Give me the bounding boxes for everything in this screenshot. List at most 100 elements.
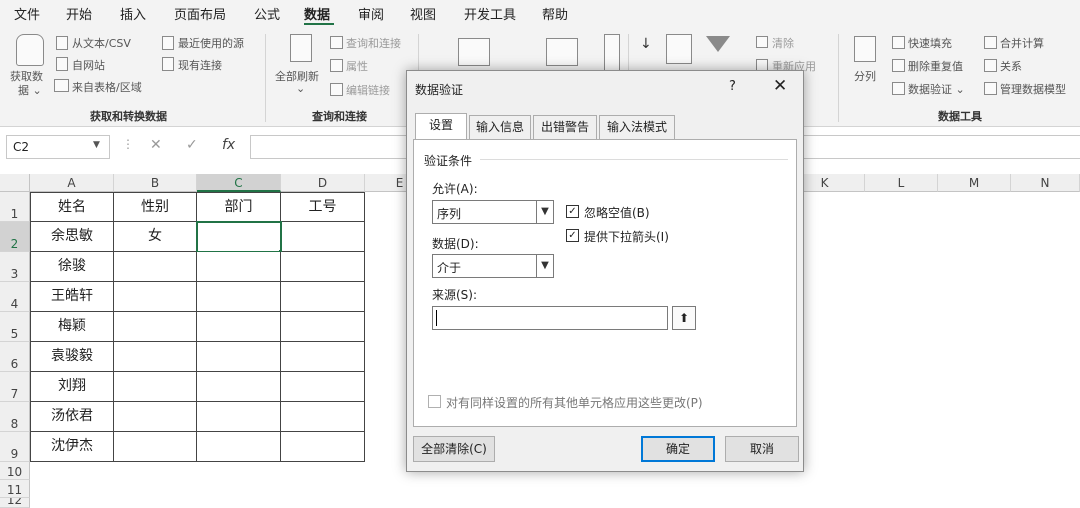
menu-developer[interactable]: 开发工具 xyxy=(464,4,516,23)
clear-filter[interactable]: 清除 xyxy=(772,35,794,51)
row-header-3[interactable]: 3 xyxy=(0,252,30,282)
table-cell[interactable] xyxy=(197,282,281,312)
chevron-down-icon[interactable]: ▼ xyxy=(93,140,100,150)
table-cell[interactable]: 汤依君 xyxy=(30,402,114,432)
row-header-12[interactable]: 12 xyxy=(0,498,30,508)
queries-connections[interactable]: 查询和连接 xyxy=(346,35,401,51)
refresh-all-dropdown[interactable]: ⌄ xyxy=(296,82,305,95)
get-data-dropdown[interactable]: 据 ⌄ xyxy=(18,82,42,98)
header-cell-gender[interactable]: 性别 xyxy=(114,192,197,222)
tab-error-alert[interactable]: 出错警告 xyxy=(533,115,597,139)
menu-view[interactable]: 视图 xyxy=(410,4,436,23)
row-header-9[interactable]: 9 xyxy=(0,432,30,462)
select-all-corner[interactable] xyxy=(0,174,30,192)
column-header-l[interactable]: L xyxy=(865,174,938,192)
table-cell[interactable] xyxy=(282,222,365,252)
table-cell[interactable]: 女 xyxy=(114,222,197,252)
consolidate[interactable]: 合并计算 xyxy=(1000,35,1044,51)
chevron-down-icon[interactable]: ▼ xyxy=(536,255,553,277)
table-cell[interactable] xyxy=(281,402,365,432)
properties[interactable]: 属性 xyxy=(346,58,368,74)
row-header-11[interactable]: 11 xyxy=(0,480,30,498)
recent-sources[interactable]: 最近使用的源 xyxy=(178,35,244,51)
edit-links[interactable]: 编辑链接 xyxy=(346,82,390,98)
data-validation-button[interactable]: 数据验证 ⌄ xyxy=(908,81,965,97)
table-cell[interactable]: 袁骏毅 xyxy=(30,342,114,372)
tab-settings[interactable]: 设置 xyxy=(415,113,467,140)
text-to-columns-button[interactable]: 分列 xyxy=(854,68,876,84)
from-table-range[interactable]: 来自表格/区域 xyxy=(72,79,142,95)
header-cell-department[interactable]: 部门 xyxy=(197,192,281,222)
column-header-a[interactable]: A xyxy=(30,174,114,192)
from-web[interactable]: 自网站 xyxy=(72,57,105,73)
table-cell[interactable] xyxy=(281,372,365,402)
table-cell[interactable] xyxy=(114,402,197,432)
menu-insert[interactable]: 插入 xyxy=(120,4,146,23)
remove-duplicates[interactable]: 删除重复值 xyxy=(908,58,963,74)
table-cell[interactable] xyxy=(114,372,197,402)
row-header-8[interactable]: 8 xyxy=(0,402,30,432)
row-header-10[interactable]: 10 xyxy=(0,462,30,480)
menu-page-layout[interactable]: 页面布局 xyxy=(174,4,226,23)
enter-icon[interactable]: ✓ xyxy=(186,137,198,153)
table-cell[interactable] xyxy=(114,312,197,342)
table-cell[interactable]: 王皓轩 xyxy=(30,282,114,312)
column-header-b[interactable]: B xyxy=(114,174,197,192)
flash-fill[interactable]: 快速填充 xyxy=(908,35,952,51)
table-cell[interactable] xyxy=(114,342,197,372)
menu-home[interactable]: 开始 xyxy=(66,4,92,23)
cancel-icon[interactable]: ✕ xyxy=(150,137,162,153)
relationships[interactable]: 关系 xyxy=(1000,58,1022,74)
table-cell[interactable]: 沈伊杰 xyxy=(30,432,114,462)
table-cell[interactable] xyxy=(114,252,197,282)
table-cell[interactable] xyxy=(197,372,281,402)
menu-review[interactable]: 审阅 xyxy=(358,4,384,23)
stocks-icon[interactable] xyxy=(458,38,490,66)
sort-ascending-icon[interactable]: ↓ xyxy=(640,36,652,52)
sort-icon[interactable] xyxy=(666,34,692,64)
help-icon[interactable]: ? xyxy=(729,79,736,94)
data-operator-select[interactable]: 介于 ▼ xyxy=(432,254,554,278)
header-cell-name[interactable]: 姓名 xyxy=(30,192,114,222)
menu-formulas[interactable]: 公式 xyxy=(254,4,280,23)
table-cell[interactable] xyxy=(197,342,281,372)
table-cell[interactable]: 徐骏 xyxy=(30,252,114,282)
active-cell[interactable] xyxy=(196,221,282,253)
collapse-dialog-icon[interactable]: ⬆ xyxy=(672,306,696,330)
allow-select[interactable]: 序列 ▼ xyxy=(432,200,554,224)
table-cell[interactable] xyxy=(281,252,365,282)
table-cell[interactable] xyxy=(197,432,281,462)
table-cell[interactable] xyxy=(281,342,365,372)
row-header-4[interactable]: 4 xyxy=(0,282,30,312)
menu-data[interactable]: 数据 xyxy=(304,4,330,23)
table-cell[interactable] xyxy=(114,432,197,462)
column-header-m[interactable]: M xyxy=(938,174,1011,192)
column-header-c[interactable]: C xyxy=(197,174,281,192)
source-input[interactable] xyxy=(432,306,668,330)
table-cell[interactable] xyxy=(197,312,281,342)
from-text-csv[interactable]: 从文本/CSV xyxy=(72,35,131,51)
row-header-7[interactable]: 7 xyxy=(0,372,30,402)
menu-file[interactable]: 文件 xyxy=(14,4,40,23)
name-box[interactable]: C2 ▼ xyxy=(6,135,110,159)
currencies-icon[interactable] xyxy=(546,38,578,66)
ok-button[interactable]: 确定 xyxy=(641,436,715,462)
cancel-button[interactable]: 取消 xyxy=(725,436,799,462)
filter-icon[interactable] xyxy=(706,36,730,52)
tab-ime-mode[interactable]: 输入法模式 xyxy=(599,115,675,139)
column-header-n[interactable]: N xyxy=(1011,174,1080,192)
column-header-d[interactable]: D xyxy=(281,174,365,192)
tab-input-message[interactable]: 输入信息 xyxy=(469,115,531,139)
clear-all-button[interactable]: 全部清除(C) xyxy=(413,436,495,462)
row-header-5[interactable]: 5 xyxy=(0,312,30,342)
table-cell[interactable] xyxy=(281,282,365,312)
row-header-1[interactable]: 1 xyxy=(0,192,30,222)
manage-data-model[interactable]: 管理数据模型 xyxy=(1000,81,1066,97)
table-cell[interactable]: 梅颖 xyxy=(30,312,114,342)
header-cell-employee-id[interactable]: 工号 xyxy=(281,192,365,222)
insert-function-icon[interactable]: fx xyxy=(222,137,235,153)
row-header-6[interactable]: 6 xyxy=(0,342,30,372)
table-cell[interactable] xyxy=(197,252,281,282)
table-cell[interactable] xyxy=(197,402,281,432)
row-header-2[interactable]: 2 xyxy=(0,222,30,252)
